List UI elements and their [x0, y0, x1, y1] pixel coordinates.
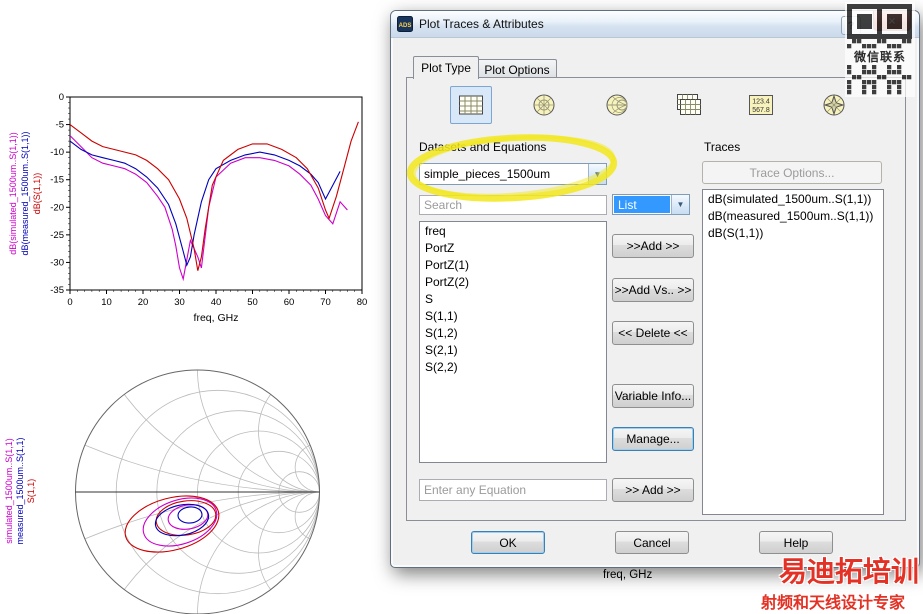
background-axis-label: freq, GHz: [603, 569, 653, 581]
smith-chart-icon: [606, 94, 628, 116]
ok-button[interactable]: OK: [471, 531, 545, 554]
plot-type-panel: 123.4 567.8 Datasets and Equations simpl…: [406, 77, 906, 521]
x-tick-label: 80: [357, 297, 368, 308]
x-tick-label: 40: [211, 297, 222, 308]
trace-list-item[interactable]: dB(S(1,1)): [704, 225, 882, 242]
smith-trace-loop: [177, 506, 203, 524]
y-tick-label: -30: [50, 257, 64, 268]
dataset-list-item[interactable]: PortZ(2): [421, 274, 605, 291]
plot-type-rectangular-button[interactable]: [450, 86, 492, 124]
chevron-down-icon: ▼: [676, 200, 685, 209]
plot-traces-attributes-dialog: ADS Plot Traces & Attributes ? × Plot Ty…: [390, 10, 920, 568]
list-plot-icon: 123.4 567.8: [749, 95, 773, 115]
y-tick-label: -25: [50, 230, 64, 241]
polar-plot-icon: [533, 94, 555, 116]
add-vs-button[interactable]: >>Add Vs.. >>: [612, 278, 694, 302]
x-axis-title: freq, GHz: [194, 312, 239, 324]
add-button[interactable]: >>Add >>: [612, 234, 694, 258]
trace-list-item[interactable]: dB(measured_1500um..S(1,1)): [704, 208, 882, 225]
smith-trace-loop: [142, 497, 218, 547]
qr-watermark: 微信联系: [845, 2, 915, 97]
rectangular-plot-icon: [459, 95, 483, 115]
plot-type-list-button[interactable]: 123.4 567.8: [740, 86, 782, 124]
x-tick-label: 10: [101, 297, 112, 308]
plot-type-polar-button[interactable]: [523, 86, 565, 124]
smith-axis-title-line: simulated_1500um..S(1,1): [4, 438, 14, 544]
dataset-list-item[interactable]: S(1,1): [421, 308, 605, 325]
dataset-list-item[interactable]: PortZ: [421, 240, 605, 257]
plot-type-smith-button[interactable]: [596, 86, 638, 124]
tab-plot-type[interactable]: Plot Type: [413, 56, 479, 79]
dataset-combo[interactable]: simple_pieces_1500um ▼: [419, 163, 607, 185]
equation-input[interactable]: [419, 479, 607, 501]
tab-label: Plot Options: [484, 62, 550, 77]
trace-list-item[interactable]: dB(simulated_1500um..S(1,1)): [704, 191, 882, 208]
trace-options-button[interactable]: Trace Options...: [702, 161, 882, 184]
dataset-list-item[interactable]: freq: [421, 223, 605, 240]
antenna-plot-icon: [823, 94, 845, 116]
svg-text:123.4: 123.4: [752, 99, 770, 106]
dataset-listbox[interactable]: freq PortZ PortZ(1) PortZ(2) S S(1,1) S(1,2) S(…: [419, 221, 607, 463]
dataset-list-item[interactable]: S(2,2): [421, 359, 605, 376]
list-filter-combo-arrow[interactable]: ▼: [671, 195, 689, 214]
x-tick-label: 30: [174, 297, 185, 308]
search-input[interactable]: [419, 195, 607, 215]
dataset-list-item[interactable]: PortZ(1): [421, 257, 605, 274]
brand-watermark-subtitle: 射频和天线设计专家: [761, 595, 906, 612]
rectangular-plot: 0 10 20 30 40 50 60 70 80 0 -5 -10 -15 -20 -25 -30 -35 fr…: [0, 88, 380, 333]
datasets-and-equations-label: Datasets and Equations: [419, 140, 547, 154]
y-axis-title-line: dB(simulated_1500um..S(1,1)): [8, 132, 18, 255]
delete-button[interactable]: << Delete <<: [612, 321, 694, 345]
smith-axis-labels: simulated_1500um..S(1,1) measured_1500um.…: [4, 437, 36, 544]
plot-frame: [69, 96, 363, 291]
y-tick-label: -5: [56, 120, 64, 131]
list-filter-combo[interactable]: List ▼: [612, 194, 690, 215]
traces-listbox[interactable]: dB(simulated_1500um..S(1,1)) dB(measured_…: [702, 189, 884, 515]
qr-code-icon: [847, 65, 912, 95]
tab-label: Plot Type: [421, 61, 471, 75]
y-tick-label: -15: [50, 175, 64, 186]
smith-axis-title-line: measured_1500um..S(1,1): [15, 437, 25, 544]
dialog-title: Plot Traces & Attributes: [419, 17, 544, 31]
smith-axis-title-line: S(1,1): [26, 479, 36, 504]
x-tick-label: 20: [138, 297, 149, 308]
tab-plot-options[interactable]: Plot Options: [477, 59, 557, 79]
traces-label: Traces: [704, 140, 741, 154]
dataset-combo-value: simple_pieces_1500um: [424, 167, 551, 181]
dataset-list-item[interactable]: S: [421, 291, 605, 308]
dataset-list-item[interactable]: S(2,1): [421, 342, 605, 359]
chevron-down-icon: ▼: [593, 169, 602, 179]
variable-info-button[interactable]: Variable Info...: [612, 384, 694, 408]
app-icon: ADS: [397, 16, 413, 32]
y-tick-label: 0: [59, 92, 64, 103]
dataset-list-item[interactable]: S(1,2): [421, 325, 605, 342]
y-axis-title-line: dB(S(1,1)): [32, 173, 42, 215]
equation-add-button[interactable]: >> Add >>: [612, 478, 694, 502]
dataset-combo-arrow[interactable]: ▼: [588, 164, 606, 184]
plot-type-stacked-button[interactable]: [668, 86, 710, 124]
qr-caption: 微信联系: [853, 50, 906, 64]
dialog-titlebar[interactable]: ADS Plot Traces & Attributes ? ×: [391, 11, 919, 38]
plot-trace: [69, 121, 359, 271]
brand-watermark-title: 易迪拓培训: [779, 556, 920, 587]
x-tick-label: 50: [247, 297, 258, 308]
y-tick-label: -20: [50, 202, 64, 213]
plot-trace: [69, 140, 341, 267]
list-filter-combo-value: List: [614, 196, 670, 213]
x-tick-label: 60: [284, 297, 295, 308]
y-axis-title-line: dB(measured_1500um..S(1,1)): [20, 131, 30, 255]
smith-chart-canvas: [75, 369, 320, 614]
x-tick-label: 0: [67, 297, 72, 308]
y-tick-label: -10: [50, 147, 64, 158]
svg-text:567.8: 567.8: [752, 107, 770, 114]
manage-button[interactable]: Manage...: [612, 427, 694, 451]
x-tick-label: 70: [320, 297, 331, 308]
y-tick-label: -35: [50, 285, 64, 296]
svg-text:ADS: ADS: [399, 23, 412, 29]
rectangular-plot-canvas: 0 10 20 30 40 50 60 70 80 0 -5 -10 -15 -20 -25 -30 -35 fr…: [8, 92, 368, 324]
stacked-plot-icon: [677, 94, 701, 115]
cancel-button[interactable]: Cancel: [615, 531, 689, 554]
qr-code-icon: [847, 4, 912, 49]
